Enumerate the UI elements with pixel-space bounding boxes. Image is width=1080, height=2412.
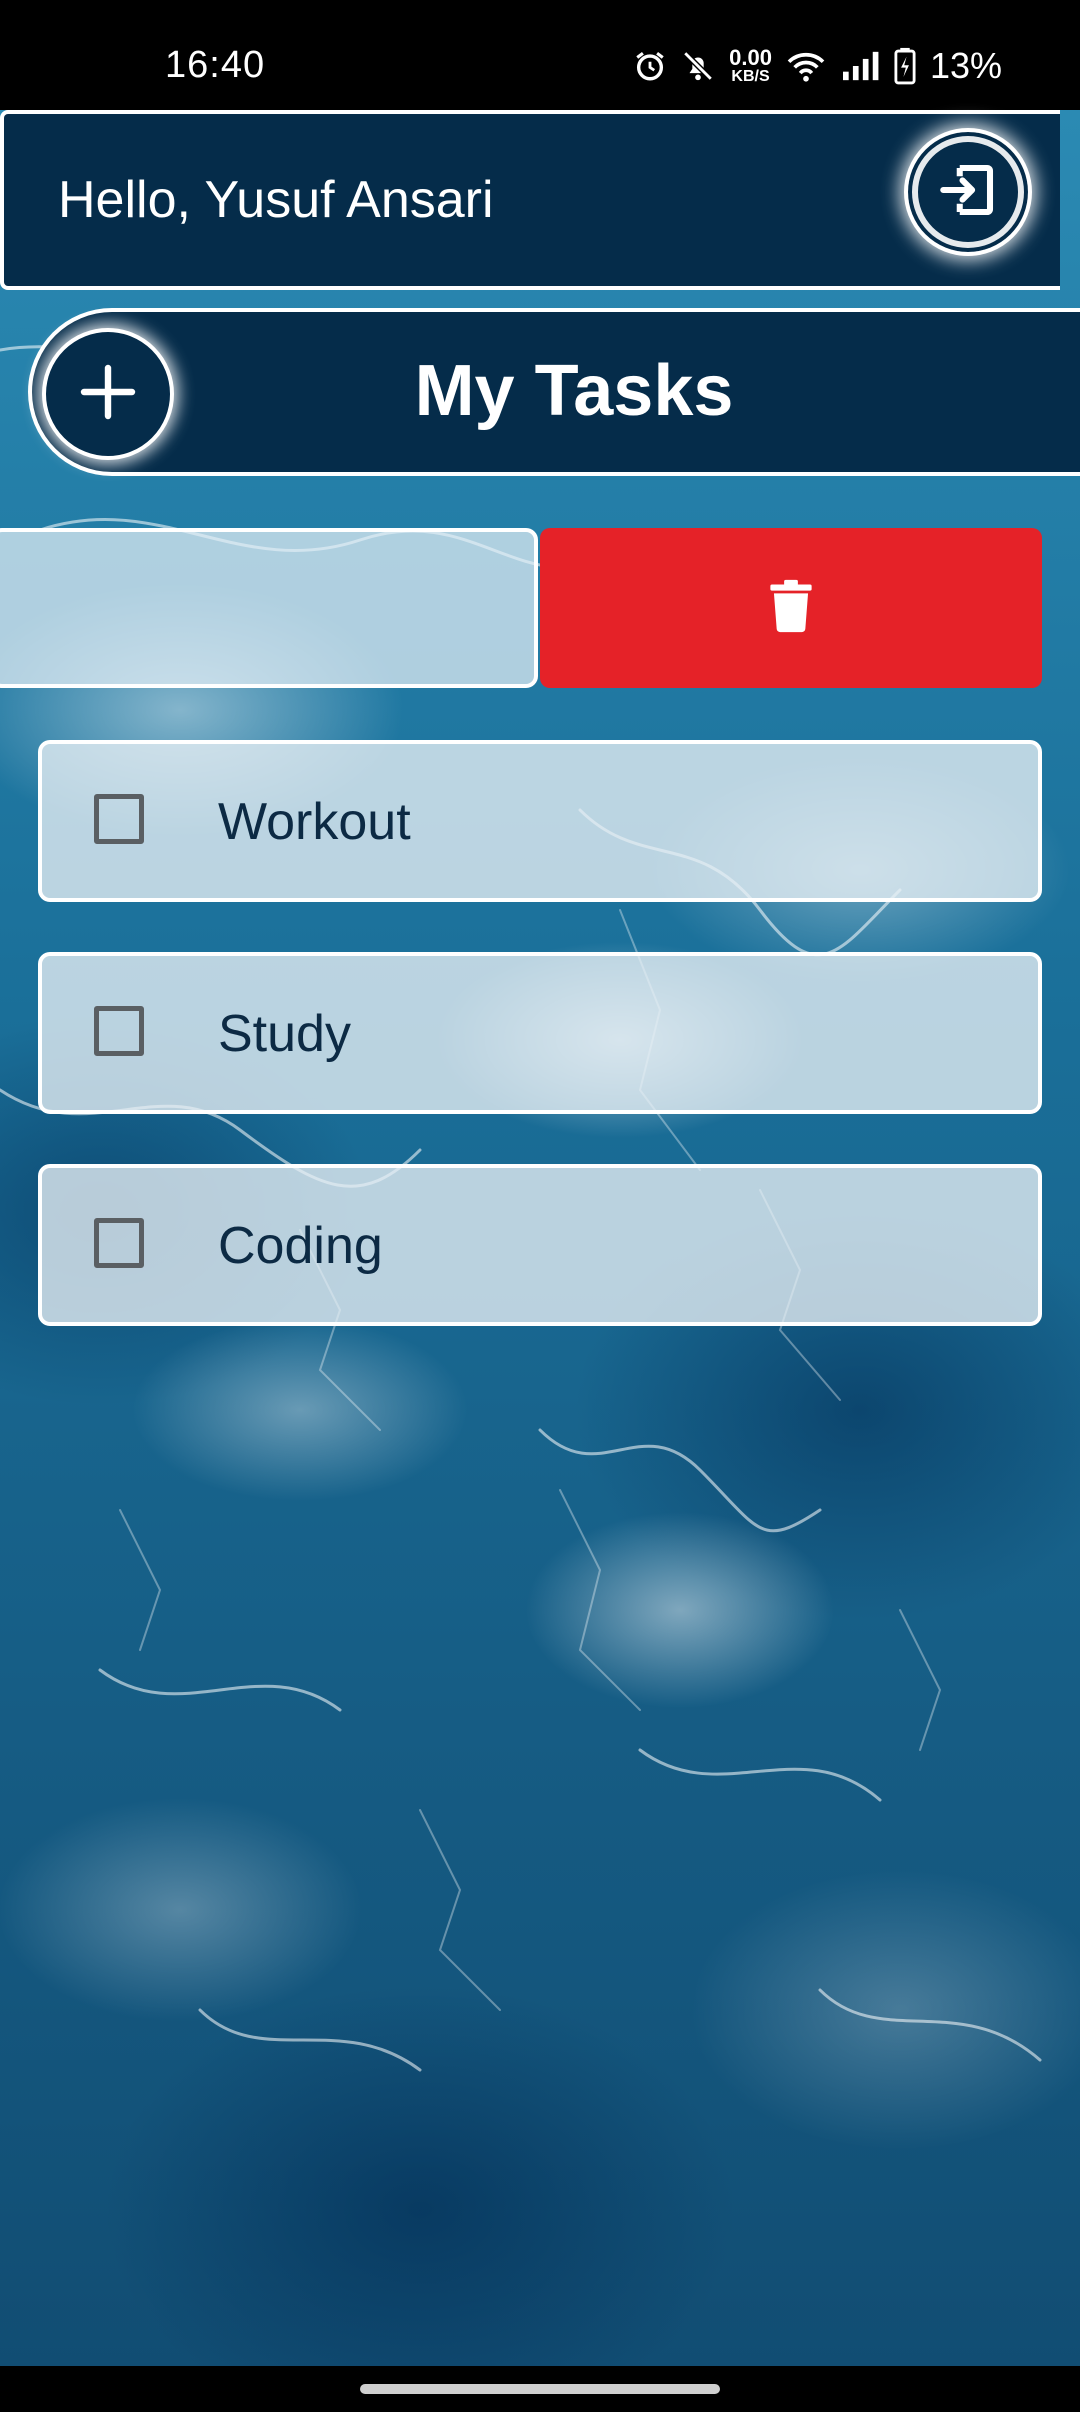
- net-speed-unit: KB/S: [731, 68, 770, 85]
- system-nav-bar: [0, 2366, 1080, 2412]
- trash-icon: [769, 577, 813, 640]
- task-label: Study: [218, 1005, 351, 1063]
- plus-icon: [76, 360, 140, 429]
- logout-button[interactable]: [904, 128, 1032, 256]
- task-item[interactable]: Study: [38, 952, 1042, 1114]
- status-time: 16:40: [165, 44, 266, 86]
- net-speed-value: 0.00: [729, 45, 772, 70]
- task-checkbox[interactable]: [94, 1006, 144, 1056]
- task-checkbox[interactable]: [94, 1218, 144, 1268]
- page-title: My Tasks: [414, 351, 734, 431]
- task-label: Workout: [218, 793, 411, 851]
- task-label: Coding: [218, 1217, 383, 1275]
- task-item[interactable]: Coding: [38, 1164, 1042, 1326]
- alarm-icon: [633, 49, 667, 83]
- status-bar: 16:40 0.00 KB/S 13%: [0, 0, 1080, 110]
- wifi-icon: [786, 49, 826, 83]
- app-screen: 16:40 0.00 KB/S 13% Hello, Yusuf Ansari …: [0, 0, 1080, 2412]
- notifications-off-icon: [681, 49, 715, 83]
- app-header: Hello, Yusuf Ansari: [0, 110, 1060, 290]
- signal-icon: [840, 49, 880, 83]
- task-item[interactable]: Workout: [38, 740, 1042, 902]
- battery-charging-icon: [894, 47, 916, 85]
- task-checkbox[interactable]: [94, 794, 144, 844]
- greeting-text: Hello, Yusuf Ansari: [58, 171, 494, 229]
- logout-icon: [935, 157, 1001, 228]
- battery-percent: 13%: [929, 45, 1002, 86]
- delete-task-button[interactable]: [540, 528, 1042, 688]
- home-indicator[interactable]: [360, 2384, 720, 2394]
- network-speed: 0.00 KB/S: [729, 47, 772, 85]
- add-task-button[interactable]: [42, 328, 174, 460]
- swiped-task-item[interactable]: [0, 528, 538, 688]
- status-icons: 0.00 KB/S 13%: [633, 44, 1002, 88]
